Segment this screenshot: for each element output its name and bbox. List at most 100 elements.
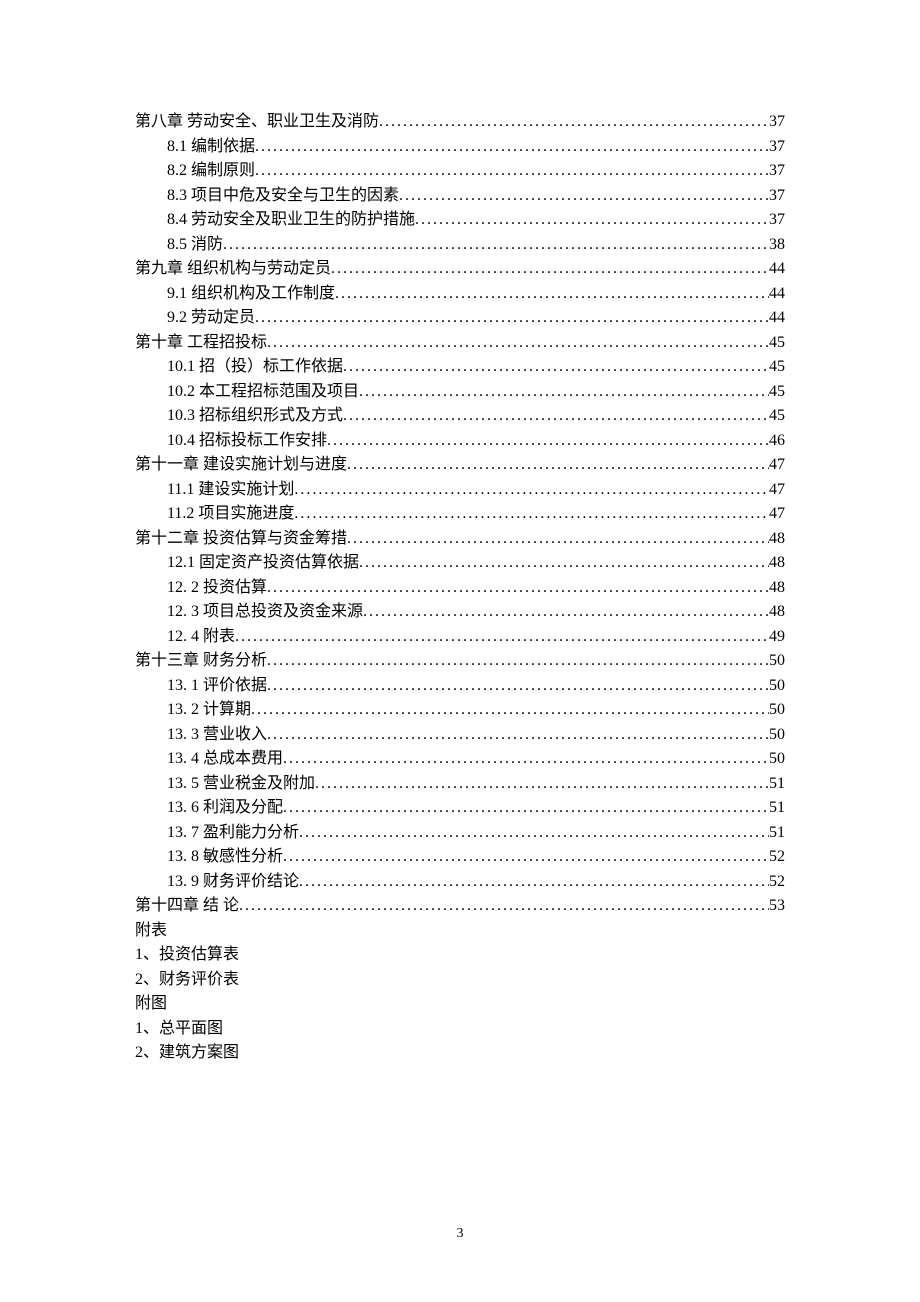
- toc-label: 8.5 消防: [167, 233, 223, 258]
- toc-label: 11.2 项目实施进度: [167, 502, 294, 527]
- toc-entry: 10.4 招标投标工作安排46: [135, 429, 785, 454]
- toc-label: 13. 7 盈利能力分析: [167, 821, 299, 846]
- toc-page-number: 48: [769, 551, 785, 576]
- toc-leader: [347, 453, 769, 478]
- toc-label: 10.2 本工程招标范围及项目: [167, 380, 359, 405]
- toc-label: 13. 5 营业税金及附加: [167, 772, 315, 797]
- appendix-line: 附图: [135, 992, 785, 1017]
- toc-leader: [363, 600, 769, 625]
- toc-leader: [415, 208, 769, 233]
- toc-entry: 13. 5 营业税金及附加51: [135, 772, 785, 797]
- toc-page-number: 49: [769, 625, 785, 650]
- toc-page-number: 52: [769, 845, 785, 870]
- toc-page-number: 37: [769, 184, 785, 209]
- toc-page-number: 48: [769, 600, 785, 625]
- toc-label: 10.1 招（投）标工作依据: [167, 355, 343, 380]
- toc-label: 13. 3 营业收入: [167, 723, 267, 748]
- toc-page-number: 44: [769, 257, 785, 282]
- toc-leader: [347, 527, 769, 552]
- toc-page-number: 37: [769, 135, 785, 160]
- toc-leader: [267, 649, 769, 674]
- toc-page-number: 44: [769, 306, 785, 331]
- toc-leader: [255, 306, 769, 331]
- table-of-contents: 第八章 劳动安全、职业卫生及消防378.1 编制依据378.2 编制原则378.…: [135, 110, 785, 919]
- toc-label: 9.1 组织机构及工作制度: [167, 282, 335, 307]
- toc-leader: [359, 380, 769, 405]
- toc-page-number: 37: [769, 159, 785, 184]
- toc-page-number: 48: [769, 576, 785, 601]
- toc-page-number: 50: [769, 747, 785, 772]
- toc-leader: [294, 502, 769, 527]
- toc-entry: 13. 8 敏感性分析52: [135, 845, 785, 870]
- toc-entry: 第十一章 建设实施计划与进度47: [135, 453, 785, 478]
- toc-page-number: 38: [769, 233, 785, 258]
- toc-entry: 8.1 编制依据37: [135, 135, 785, 160]
- toc-label: 12. 2 投资估算: [167, 576, 267, 601]
- toc-entry: 13. 9 财务评价结论 52: [135, 870, 785, 895]
- toc-leader: [315, 772, 769, 797]
- toc-entry: 8.3 项目中危及安全与卫生的因素 37: [135, 184, 785, 209]
- toc-label: 13. 9 财务评价结论: [167, 870, 299, 895]
- toc-entry: 第十二章 投资估算与资金筹措48: [135, 527, 785, 552]
- toc-entry: 8.5 消防 38: [135, 233, 785, 258]
- toc-label: 10.3 招标组织形式及方式: [167, 404, 343, 429]
- toc-entry: 13. 2 计算期50: [135, 698, 785, 723]
- toc-leader: [327, 429, 769, 454]
- toc-leader: [299, 821, 769, 846]
- toc-entry: 10.1 招（投）标工作依据45: [135, 355, 785, 380]
- toc-label: 13. 1 评价依据: [167, 674, 267, 699]
- toc-leader: [267, 576, 769, 601]
- toc-page-number: 51: [769, 821, 785, 846]
- toc-entry: 10.2 本工程招标范围及项目45: [135, 380, 785, 405]
- document-page: 第八章 劳动安全、职业卫生及消防378.1 编制依据378.2 编制原则378.…: [0, 0, 920, 1302]
- toc-entry: 13. 6 利润及分配51: [135, 796, 785, 821]
- toc-leader: [267, 674, 769, 699]
- appendix-line: 附表: [135, 919, 785, 944]
- toc-entry: 8.4 劳动安全及职业卫生的防护措施 37: [135, 208, 785, 233]
- toc-entry: 13. 7 盈利能力分析 51: [135, 821, 785, 846]
- toc-leader: [294, 478, 769, 503]
- toc-page-number: 53: [769, 894, 785, 919]
- toc-label: 8.4 劳动安全及职业卫生的防护措施: [167, 208, 415, 233]
- toc-entry: 10.3 招标组织形式及方式45: [135, 404, 785, 429]
- toc-leader: [331, 257, 769, 282]
- appendix-line: 2、财务评价表: [135, 968, 785, 993]
- toc-page-number: 50: [769, 674, 785, 699]
- toc-leader: [251, 698, 769, 723]
- toc-label: 8.3 项目中危及安全与卫生的因素: [167, 184, 399, 209]
- toc-label: 8.2 编制原则: [167, 159, 255, 184]
- toc-page-number: 37: [769, 208, 785, 233]
- toc-entry: 第八章 劳动安全、职业卫生及消防37: [135, 110, 785, 135]
- toc-entry: 8.2 编制原则 37: [135, 159, 785, 184]
- toc-entry: 11.2 项目实施进度47: [135, 502, 785, 527]
- toc-entry: 第九章 组织机构与劳动定员44: [135, 257, 785, 282]
- appendix-line: 1、总平面图: [135, 1017, 785, 1042]
- toc-leader: [379, 110, 769, 135]
- toc-label: 12. 4 附表: [167, 625, 235, 650]
- toc-leader: [267, 331, 769, 356]
- toc-leader: [255, 135, 769, 160]
- toc-label: 第十章 工程招投标: [135, 331, 267, 356]
- toc-entry: 12. 3 项目总投资及资金来源48: [135, 600, 785, 625]
- toc-leader: [235, 625, 769, 650]
- toc-label: 10.4 招标投标工作安排: [167, 429, 327, 454]
- toc-leader: [399, 184, 769, 209]
- toc-entry: 9.2 劳动定员44: [135, 306, 785, 331]
- toc-label: 第十二章 投资估算与资金筹措: [135, 527, 347, 552]
- toc-label: 13. 6 利润及分配: [167, 796, 283, 821]
- appendix-line: 1、投资估算表: [135, 943, 785, 968]
- toc-leader: [223, 233, 769, 258]
- toc-entry: 13. 4 总成本费用 50: [135, 747, 785, 772]
- toc-label: 11.1 建设实施计划: [167, 478, 294, 503]
- page-number: 3: [0, 1226, 920, 1242]
- toc-label: 13. 4 总成本费用: [167, 747, 283, 772]
- toc-page-number: 52: [769, 870, 785, 895]
- toc-entry: 第十三章 财务分析50: [135, 649, 785, 674]
- toc-page-number: 47: [769, 478, 785, 503]
- toc-page-number: 37: [769, 110, 785, 135]
- toc-label: 12.1 固定资产投资估算依据: [167, 551, 359, 576]
- toc-entry: 12.1 固定资产投资估算依据 48: [135, 551, 785, 576]
- toc-entry: 13. 3 营业收入50: [135, 723, 785, 748]
- toc-page-number: 50: [769, 698, 785, 723]
- toc-entry: 9.1 组织机构及工作制度44: [135, 282, 785, 307]
